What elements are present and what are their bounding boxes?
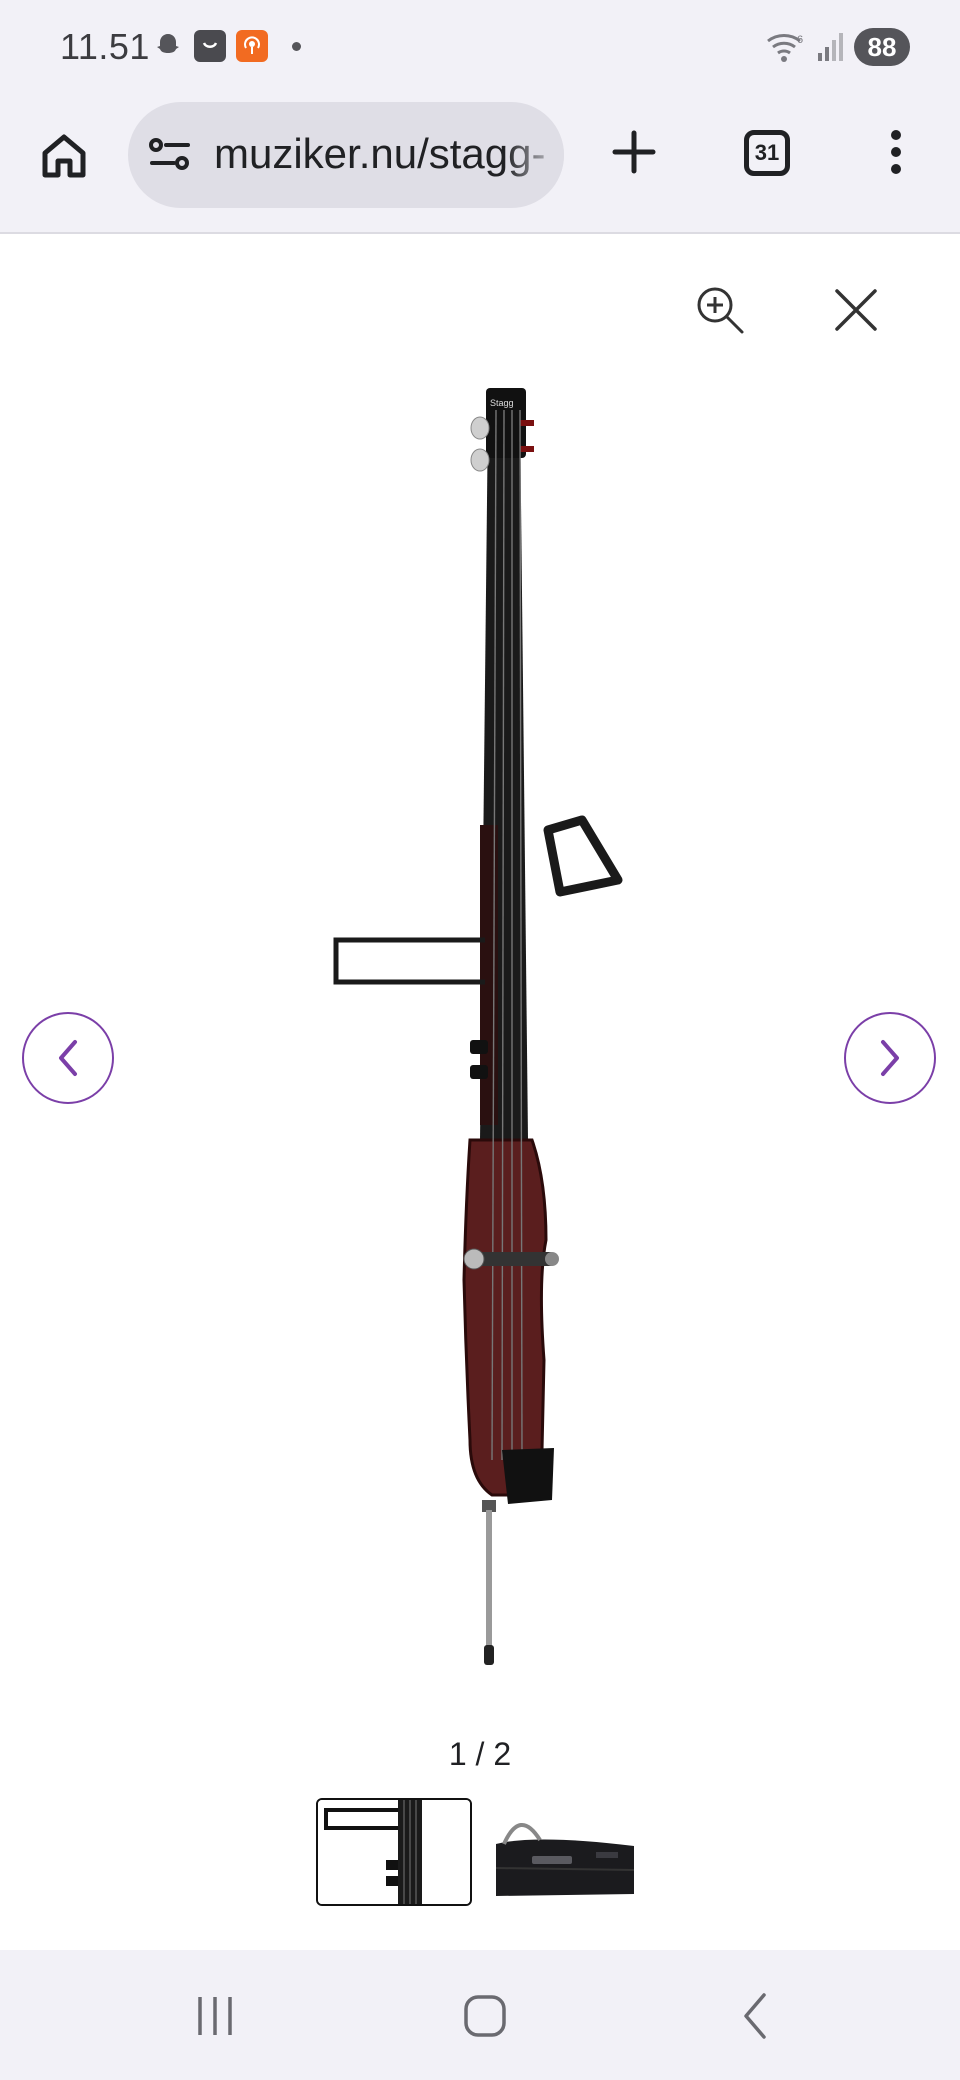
home-icon xyxy=(42,134,86,178)
chevron-right-icon xyxy=(881,1040,899,1076)
thumbnail-gig-bag-image xyxy=(496,1798,634,1906)
shopping-bag-icon xyxy=(194,30,226,62)
notification-icons xyxy=(152,30,301,62)
thumbnail-bass-closeup-image xyxy=(318,1800,470,1904)
status-bar: 11.51 6 88 xyxy=(0,0,960,98)
signal-icon xyxy=(818,33,843,61)
podcast-icon xyxy=(236,30,268,62)
more-notifications-dot xyxy=(292,41,301,51)
status-time: 11.51 xyxy=(60,26,150,67)
url-fade xyxy=(504,102,564,208)
snapchat-icon xyxy=(152,30,184,62)
status-right: 6 88 xyxy=(764,28,910,66)
chevron-left-icon xyxy=(59,1040,77,1076)
address-bar[interactable]: muziker.nu/stagg- xyxy=(128,102,564,208)
home-button[interactable] xyxy=(36,128,92,184)
zoom-in-icon xyxy=(697,287,744,334)
product-image-electric-upright-bass: Stagg xyxy=(333,388,623,1665)
plus-icon xyxy=(612,130,656,174)
battery-indicator: 88 xyxy=(854,28,910,66)
tab-count: 31 xyxy=(754,140,780,165)
recent-apps-button[interactable] xyxy=(180,1986,250,2046)
recent-apps-icon xyxy=(198,1997,232,2035)
close-gallery-button[interactable] xyxy=(826,280,886,340)
site-settings-icon[interactable] xyxy=(148,135,192,175)
next-image-button[interactable] xyxy=(844,1012,936,1104)
url-text: muziker.nu/stagg- xyxy=(214,130,546,177)
thumbnail-1[interactable] xyxy=(316,1798,472,1906)
home-square-icon xyxy=(464,1995,506,2037)
system-home-button[interactable] xyxy=(450,1986,520,2046)
back-chevron-icon xyxy=(744,1993,766,2039)
system-navigation-bar xyxy=(0,1950,960,2080)
browser-menu-button[interactable] xyxy=(868,124,924,180)
system-back-button[interactable] xyxy=(720,1986,790,2046)
tab-switcher-button[interactable]: 31 xyxy=(744,130,790,176)
close-icon xyxy=(835,289,877,331)
svg-text:6: 6 xyxy=(797,34,803,46)
headstock-logo: Stagg xyxy=(490,398,514,408)
wifi-icon: 6 xyxy=(767,34,803,62)
image-counter-text: 1 / 2 xyxy=(448,1736,512,1772)
thumbnail-2[interactable] xyxy=(496,1798,634,1906)
image-counter: 1 / 2 xyxy=(0,1736,960,1773)
new-tab-button[interactable] xyxy=(606,124,662,180)
zoom-in-button[interactable] xyxy=(690,280,750,340)
previous-image-button[interactable] xyxy=(22,1012,114,1104)
more-vert-icon xyxy=(891,130,901,174)
browser-toolbar: muziker.nu/stagg- 31 xyxy=(0,98,960,234)
